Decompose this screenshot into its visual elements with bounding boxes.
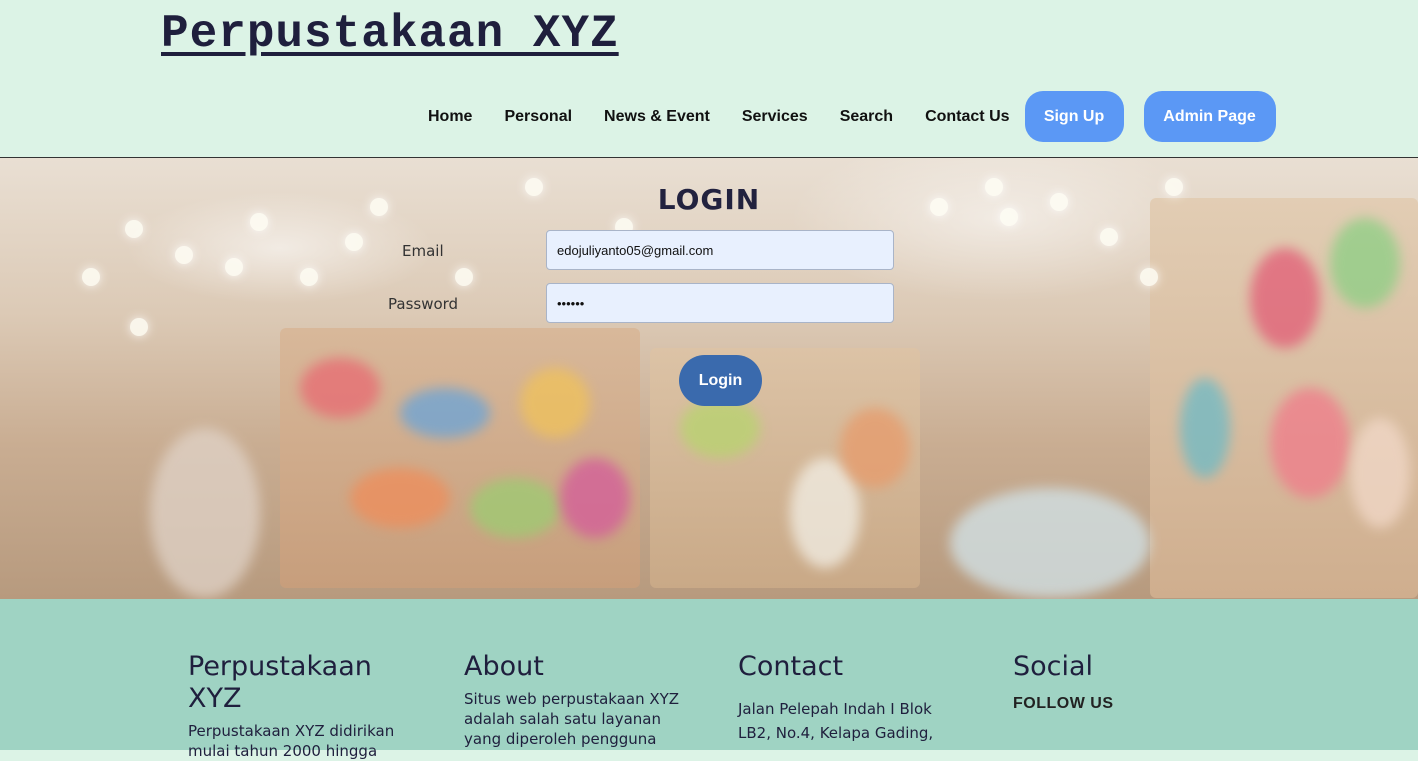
books-blob bbox=[350, 468, 450, 528]
books-blob bbox=[1250, 248, 1320, 348]
ceiling-light bbox=[300, 268, 318, 286]
ceiling-light bbox=[125, 220, 143, 238]
login-button[interactable]: Login bbox=[679, 355, 762, 406]
login-title: LOGIN bbox=[657, 183, 761, 216]
books-blob bbox=[1270, 388, 1350, 498]
site-title[interactable]: Perpustakaan XYZ bbox=[161, 8, 619, 60]
nav-contact-us[interactable]: Contact Us bbox=[925, 108, 1009, 126]
ceiling-light bbox=[225, 258, 243, 276]
books-blob bbox=[560, 458, 630, 538]
nav-home[interactable]: Home bbox=[428, 108, 472, 126]
books-blob bbox=[840, 408, 910, 488]
floor-blob bbox=[950, 488, 1150, 598]
footer-col-social: Social FOLLOW US bbox=[1013, 651, 1213, 713]
footer-social-title: Social bbox=[1013, 651, 1094, 682]
ceiling-light bbox=[455, 268, 473, 286]
nav-personal[interactable]: Personal bbox=[504, 108, 572, 126]
books-blob bbox=[680, 398, 760, 458]
password-field[interactable]: •••••• bbox=[546, 283, 894, 323]
sign-up-button[interactable]: Sign Up bbox=[1024, 91, 1124, 142]
footer-contact-title: Contact bbox=[738, 651, 844, 682]
ceiling-light bbox=[82, 268, 100, 286]
books-blob bbox=[300, 358, 380, 418]
nav-news-event[interactable]: News & Event bbox=[604, 108, 710, 126]
nav-search[interactable]: Search bbox=[840, 108, 893, 126]
footer-about-title: About bbox=[464, 651, 544, 682]
main-nav: Home Personal News & Event Services Sear… bbox=[428, 91, 1276, 142]
ceiling-light bbox=[175, 246, 193, 264]
footer-contact-text: Jalan Pelepah Indah I Blok LB2, No.4, Ke… bbox=[738, 700, 934, 742]
password-label: Password bbox=[388, 295, 459, 313]
ceiling-light bbox=[130, 318, 148, 336]
site-footer: Perpustakaan XYZ Perpustakaan XYZ didiri… bbox=[0, 599, 1418, 760]
follow-us-label: FOLLOW US bbox=[1013, 695, 1114, 712]
email-field[interactable]: edojuliyanto05@gmail.com bbox=[546, 230, 894, 270]
footer-col-about: About Situs web perpustakaan XYZ adalah … bbox=[464, 651, 689, 749]
email-label: Email bbox=[402, 242, 444, 260]
books-blob bbox=[1350, 418, 1410, 528]
footer-col-library: Perpustakaan XYZ Perpustakaan XYZ didiri… bbox=[188, 651, 418, 761]
books-blob bbox=[520, 368, 590, 438]
person-blob bbox=[150, 428, 260, 598]
footer-library-title: Perpustakaan XYZ bbox=[188, 651, 372, 714]
books-blob bbox=[1330, 218, 1400, 308]
ceiling-light bbox=[345, 233, 363, 251]
footer-library-text: Perpustakaan XYZ didirikan mulai tahun 2… bbox=[188, 722, 395, 760]
nav-services[interactable]: Services bbox=[742, 108, 808, 126]
ceiling-light bbox=[1140, 268, 1158, 286]
site-header: Perpustakaan XYZ Home Personal News & Ev… bbox=[0, 0, 1418, 158]
footer-col-contact: Contact Jalan Pelepah Indah I Blok LB2, … bbox=[738, 651, 958, 745]
admin-page-button[interactable]: Admin Page bbox=[1143, 91, 1276, 142]
footer-about-text: Situs web perpustakaan XYZ adalah salah … bbox=[464, 690, 680, 748]
ceiling-light bbox=[1100, 228, 1118, 246]
books-blob bbox=[400, 388, 490, 438]
books-blob bbox=[1180, 378, 1230, 478]
books-blob bbox=[470, 478, 560, 538]
